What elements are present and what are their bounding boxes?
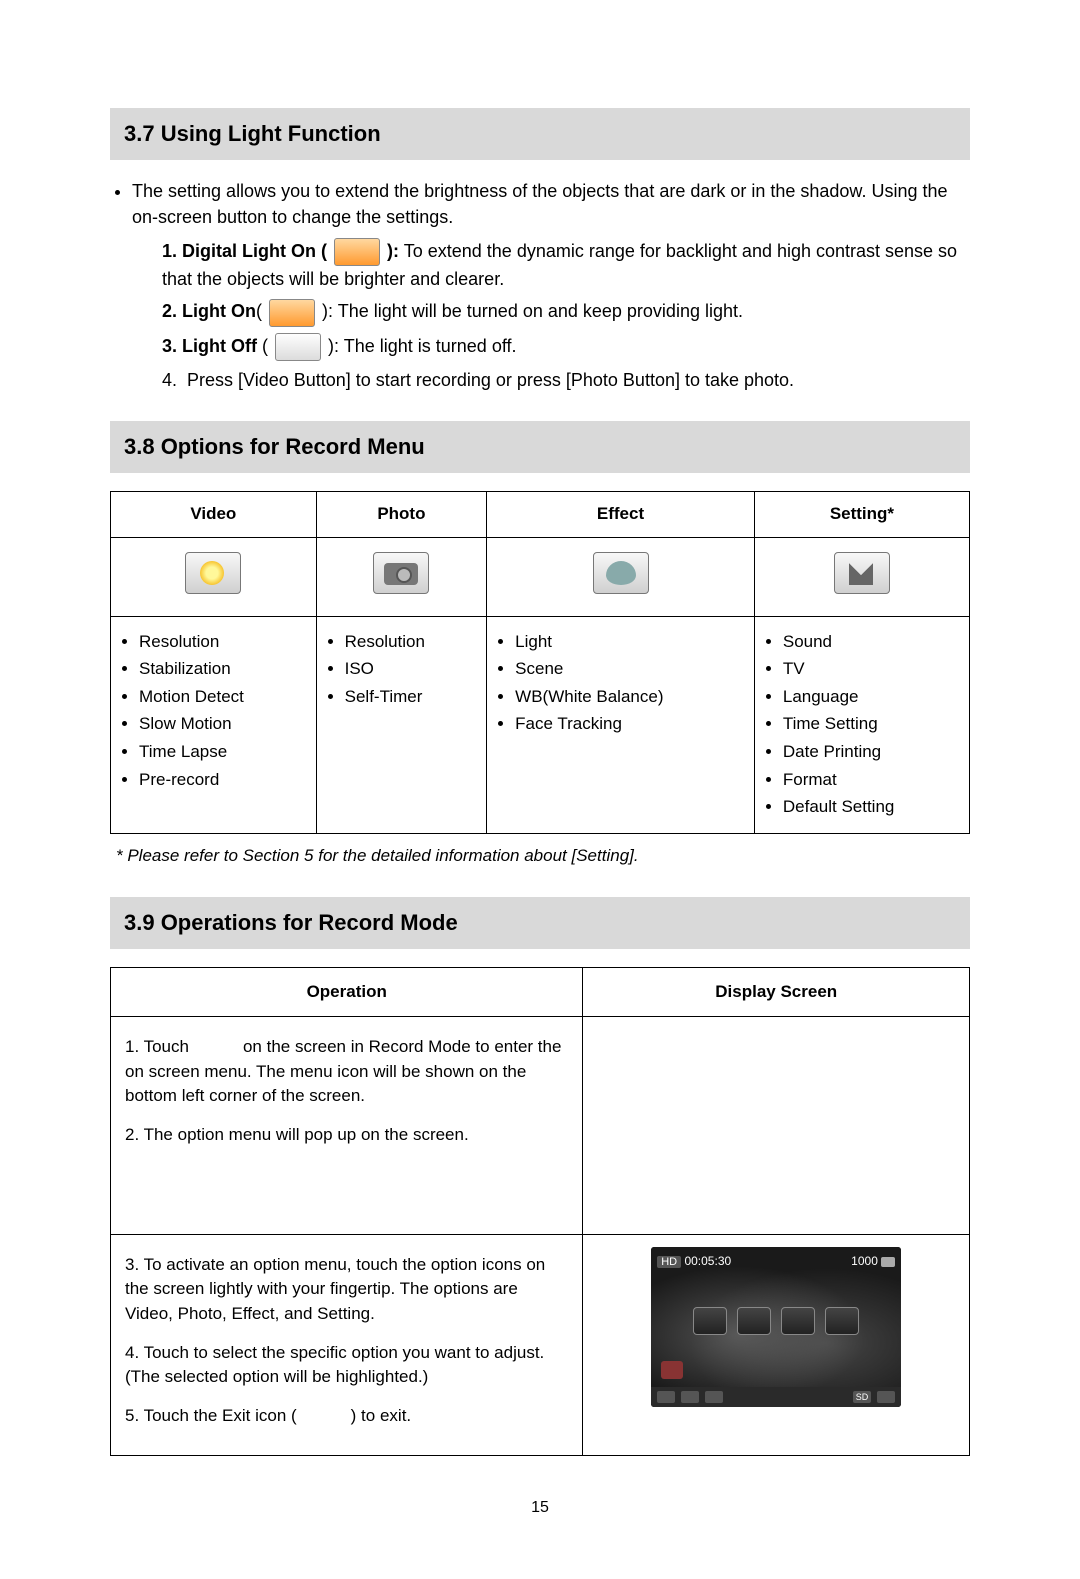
- option-item: Scene: [515, 657, 744, 682]
- option-item: Resolution: [139, 630, 306, 655]
- option-item: WB(White Balance): [515, 685, 744, 710]
- botbar-menu-icon: [657, 1391, 675, 1403]
- option-item: Default Setting: [783, 795, 959, 820]
- setting-options-cell: SoundTV LanguageTime Setting Date Printing…: [754, 616, 969, 833]
- photo-small-icon: [881, 1257, 895, 1267]
- botbar-light-icon: [705, 1391, 723, 1403]
- screen-shot-count: 1000: [851, 1254, 878, 1268]
- col-video-header: Video: [111, 491, 317, 537]
- option-item: Date Printing: [783, 740, 959, 765]
- effect-menu-icon: [593, 552, 649, 594]
- light-item-4: 4. Press [Video Button] to start recordi…: [162, 367, 970, 393]
- ops-row-1: 1. Touchon the screen in Record Mode to …: [111, 1017, 583, 1235]
- option-item: Format: [783, 768, 959, 793]
- light-off-icon: [275, 333, 321, 361]
- setting-footnote: * Please refer to Section 5 for the deta…: [116, 844, 970, 869]
- option-item: Time Setting: [783, 712, 959, 737]
- col-setting-header: Setting*: [754, 491, 969, 537]
- effect-options-cell: LightScene WB(White Balance)Face Tracking: [487, 616, 755, 833]
- option-item: Light: [515, 630, 744, 655]
- option-item: Time Lapse: [139, 740, 306, 765]
- digital-light-on-icon: [334, 238, 380, 266]
- option-item: Pre-record: [139, 768, 306, 793]
- screen-timecode: 00:05:30: [684, 1254, 731, 1268]
- video-menu-icon: [185, 552, 241, 594]
- light-item-1: 1. Digital Light On ( ): To extend the d…: [162, 238, 970, 292]
- screen-video-icon: [693, 1307, 727, 1335]
- screen-exit-icon: [661, 1361, 683, 1379]
- light-on-icon: [269, 299, 315, 327]
- ops-row-2-screen: HD 00:05:30 1000 SD: [583, 1234, 970, 1455]
- operations-table: Operation Display Screen 1. Touchon the …: [110, 967, 970, 1456]
- section-3-7-body: The setting allows you to extend the bri…: [110, 178, 970, 393]
- section-3-9-header: 3.9 Operations for Record Mode: [110, 897, 970, 949]
- screen-photo-icon: [737, 1307, 771, 1335]
- page-number: 15: [110, 1496, 970, 1519]
- botbar-battery-icon: [877, 1391, 895, 1403]
- setting-menu-icon: [834, 552, 890, 594]
- light-item-2: 2. Light On( ): The light will be turned…: [162, 298, 970, 326]
- section-3-7-intro: The setting allows you to extend the bri…: [132, 181, 947, 227]
- col-photo-header: Photo: [316, 491, 487, 537]
- screen-setting-icon: [825, 1307, 859, 1335]
- photo-menu-icon: [373, 552, 429, 594]
- option-item: Slow Motion: [139, 712, 306, 737]
- light-item-3: 3. Light Off ( ): The light is turned of…: [162, 333, 970, 361]
- section-3-7-header: 3.7 Using Light Function: [110, 108, 970, 160]
- screen-effect-icon: [781, 1307, 815, 1335]
- option-item: Face Tracking: [515, 712, 744, 737]
- display-screen-preview: HD 00:05:30 1000 SD: [651, 1247, 901, 1407]
- option-item: Motion Detect: [139, 685, 306, 710]
- option-item: Resolution: [345, 630, 477, 655]
- option-item: TV: [783, 657, 959, 682]
- option-item: ISO: [345, 657, 477, 682]
- section-3-8-header: 3.8 Options for Record Menu: [110, 421, 970, 473]
- option-item: Stabilization: [139, 657, 306, 682]
- option-item: Language: [783, 685, 959, 710]
- record-menu-options-table: Video Photo Effect Setting* ResolutionSt…: [110, 491, 970, 834]
- option-item: Sound: [783, 630, 959, 655]
- operation-col-header: Operation: [111, 967, 583, 1017]
- ops-row-2: 3. To activate an option menu, touch the…: [111, 1234, 583, 1455]
- botbar-play-icon: [681, 1391, 699, 1403]
- display-col-header: Display Screen: [583, 967, 970, 1017]
- ops-row-1-screen: [583, 1017, 970, 1235]
- botbar-sd-icon: SD: [853, 1391, 872, 1403]
- col-effect-header: Effect: [487, 491, 755, 537]
- hd-badge: HD: [657, 1256, 681, 1268]
- option-item: Self-Timer: [345, 685, 477, 710]
- video-options-cell: ResolutionStabilization Motion DetectSlow…: [111, 616, 317, 833]
- photo-options-cell: ResolutionISO Self-Timer: [316, 616, 487, 833]
